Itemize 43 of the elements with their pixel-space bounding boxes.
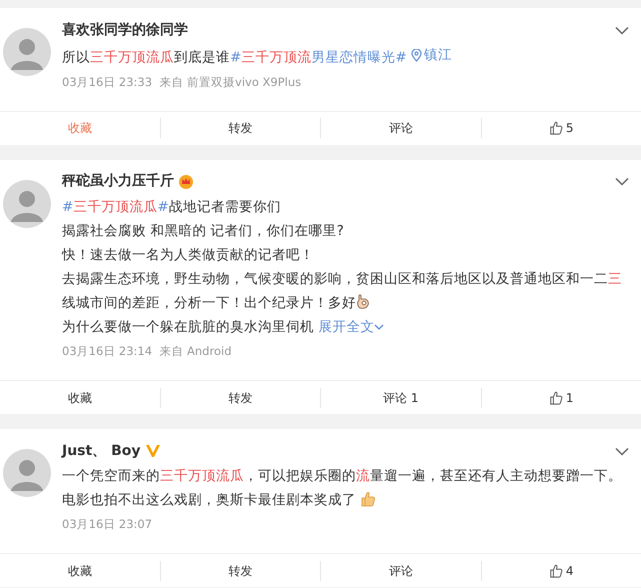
post-meta: 03月16日 23:14 来自 Android	[62, 342, 232, 360]
post-text: 去揭露生态环境，野生动物，气候变暖的影响，贫困山区和落后地区以及普通地区和一二三 线城市间的差距，分析一下！出个纪录片！多好	[62, 270, 623, 313]
repost-button[interactable]: 转发	[160, 388, 320, 408]
thumbs-up-icon	[548, 564, 563, 578]
author-name[interactable]: 秤砣虽小力压千斤	[62, 171, 174, 192]
comment-button[interactable]: 评论	[320, 118, 480, 138]
post-text: 为什么要做一个躲在肮脏的臭水沟里伺机 展开全文	[62, 314, 629, 339]
comment-button[interactable]: 评论 1	[320, 388, 480, 408]
avatar-icon[interactable]	[3, 449, 51, 497]
keyword-link[interactable]: 三千万顶流瓜	[160, 468, 244, 484]
post-text: 一个凭空而来的三千万顶流瓜，可以把娱乐圈的流量遛一遍，甚至还有人主动想要蹭一下。电影也拍不出这么戏剧，奥斯卡最佳剧本奖成了	[62, 467, 623, 510]
chevron-down-icon	[374, 322, 384, 331]
post-text: 所以三千万顶流瓜到底是谁#三千万顶流男星恋情曝光# 镇江	[62, 43, 629, 70]
post-text: 快！速去做一名为人类做贡献的记者吧！	[62, 246, 315, 265]
comment-button[interactable]: 评论	[320, 560, 480, 581]
thumbs-up-icon	[548, 390, 563, 404]
keyword-link[interactable]: 三	[608, 270, 622, 287]
chevron-down-icon[interactable]	[615, 26, 629, 34]
like-button[interactable]: 5	[480, 118, 641, 138]
thumbs-up-icon	[548, 121, 563, 136]
favorite-button[interactable]: 收藏	[0, 560, 160, 581]
keyword-link[interactable]: 三千万顶流瓜	[90, 50, 174, 66]
keyword-link[interactable]: 流	[356, 468, 370, 484]
chevron-down-icon[interactable]	[615, 177, 629, 186]
like-button[interactable]: 4	[480, 560, 641, 581]
author-name[interactable]: Just、 Boy	[62, 440, 140, 462]
repost-button[interactable]: 转发	[160, 118, 320, 138]
like-button[interactable]: 1	[480, 388, 641, 408]
avatar-icon[interactable]	[3, 28, 51, 76]
keyword-link[interactable]: 三千万顶流	[241, 50, 312, 66]
favorite-button[interactable]: 收藏	[0, 388, 160, 408]
chevron-down-icon[interactable]	[615, 446, 629, 456]
avatar-icon[interactable]	[3, 180, 51, 228]
post-meta: 03月16日 23:07	[62, 516, 154, 533]
post-text: #三千万顶流瓜#战地记者需要你们	[62, 198, 282, 217]
keyword-link[interactable]: 三千万顶流瓜	[73, 198, 158, 215]
location-pin-icon	[410, 48, 422, 62]
repost-button[interactable]: 转发	[160, 560, 320, 581]
post-meta: 03月16日 23:33 来自 前置双摄vivo X9Plus	[62, 74, 302, 90]
post-text: 揭露社会腐败 和黑暗的 记者们，你们在哪里?	[62, 222, 345, 241]
ok-hand-icon	[356, 292, 370, 309]
thumbs-up-icon	[360, 491, 376, 507]
author-name[interactable]: 喜欢张同学的徐同学	[62, 20, 188, 40]
